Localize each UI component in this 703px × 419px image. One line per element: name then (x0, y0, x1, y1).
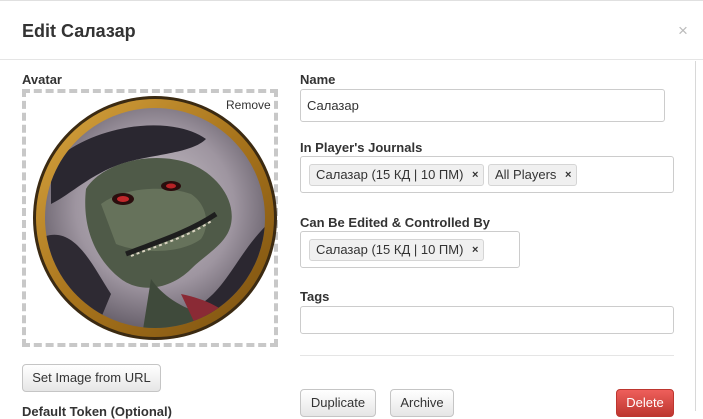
remove-avatar-link[interactable]: Remove (226, 98, 271, 112)
remove-chip-icon[interactable]: × (565, 165, 571, 185)
avatar-label: Avatar (22, 72, 62, 87)
archive-button[interactable]: Archive (390, 389, 454, 417)
duplicate-button[interactable]: Duplicate (300, 389, 376, 417)
controller-chip: Салазар (15 КД | 10 ПМ) × (309, 239, 485, 261)
controlled-by-multiselect[interactable]: Салазар (15 КД | 10 ПМ) × (300, 231, 520, 268)
journal-chip-label: All Players (495, 167, 557, 182)
delete-button[interactable]: Delete (616, 389, 674, 417)
tags-input[interactable] (300, 306, 674, 334)
name-input[interactable] (300, 89, 665, 122)
journal-chip: Салазар (15 КД | 10 ПМ) × (309, 164, 485, 186)
journal-chip: All Players × (488, 164, 578, 186)
close-icon[interactable]: × (678, 22, 688, 40)
controller-chip-label: Салазар (15 КД | 10 ПМ) (316, 242, 464, 257)
scroll-edge (695, 61, 696, 411)
remove-chip-icon[interactable]: × (472, 240, 478, 260)
dialog-title: Edit Салазар (22, 21, 136, 41)
section-divider (300, 355, 674, 356)
edit-character-dialog: Edit Салазар × Avatar Remove Set Image f… (0, 0, 703, 419)
tags-label: Tags (300, 289, 330, 304)
remove-chip-icon[interactable]: × (472, 165, 478, 185)
controlled-by-label: Can Be Edited & Controlled By (300, 215, 490, 230)
character-portrait-image (33, 96, 277, 340)
journals-multiselect[interactable]: Салазар (15 КД | 10 ПМ) × All Players × (300, 156, 674, 193)
set-image-from-url-button[interactable]: Set Image from URL (22, 364, 161, 392)
journals-label: In Player's Journals (300, 140, 423, 155)
default-token-label: Default Token (Optional) (22, 404, 172, 419)
dialog-header: Edit Салазар × (0, 0, 703, 60)
journal-chip-label: Салазар (15 КД | 10 ПМ) (316, 167, 464, 182)
name-label: Name (300, 72, 336, 87)
